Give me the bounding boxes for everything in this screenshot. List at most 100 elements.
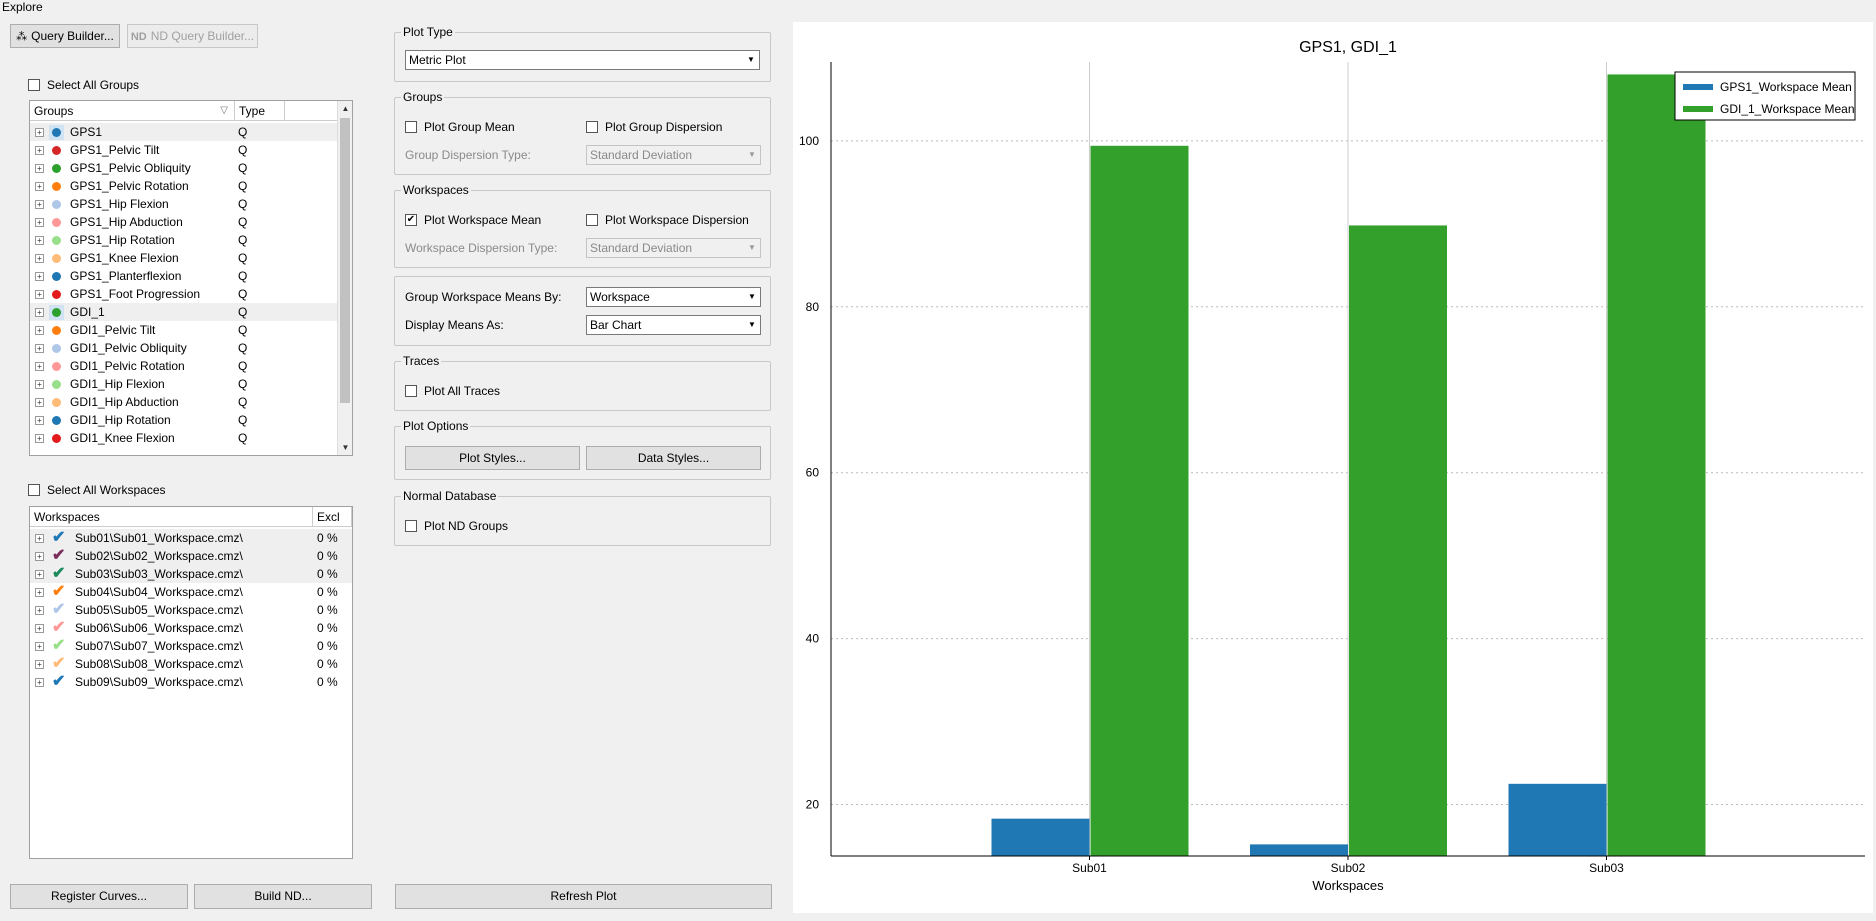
expand-icon[interactable]: + — [35, 145, 44, 155]
list-item[interactable]: + GDI1_Pelvic Tilt Q — [30, 321, 338, 339]
list-item[interactable]: + GDI1_Pelvic Rotation Q — [30, 357, 338, 375]
list-item[interactable]: + GDI1_Pelvic Obliquity Q — [30, 339, 338, 357]
checkmark-icon[interactable]: ✔ — [52, 566, 68, 582]
list-item[interactable]: + GDI1_Hip Rotation Q — [30, 411, 338, 429]
workspaces-column-header[interactable]: Workspaces — [30, 507, 313, 527]
checkmark-icon[interactable]: ✔ — [52, 674, 68, 690]
group-dispersion-type-select[interactable]: Standard Deviation ▼ — [586, 145, 761, 165]
list-item[interactable]: + ✔ Sub02\Sub02_Workspace.cmz\ 0 % — [30, 547, 352, 565]
expand-icon[interactable]: + — [35, 641, 44, 651]
list-item[interactable]: + ✔ Sub08\Sub08_Workspace.cmz\ 0 % — [30, 655, 352, 673]
plot-nd-groups[interactable]: Plot ND Groups — [405, 519, 508, 533]
list-item[interactable]: + GPS1_Hip Flexion Q — [30, 195, 338, 213]
plot-type-select[interactable]: Metric Plot ▼ — [405, 50, 760, 70]
checkmark-icon[interactable]: ✔ — [52, 638, 68, 654]
list-item[interactable]: + ✔ Sub04\Sub04_Workspace.cmz\ 0 % — [30, 583, 352, 601]
list-item[interactable]: + GPS1 Q — [30, 123, 338, 141]
plot-styles-button[interactable]: Plot Styles... — [405, 446, 580, 470]
list-item[interactable]: + GDI1_Hip Abduction Q — [30, 393, 338, 411]
expand-icon[interactable]: + — [35, 569, 44, 579]
list-item[interactable]: + GPS1_Pelvic Tilt Q — [30, 141, 338, 159]
plot-workspace-dispersion-checkbox[interactable] — [586, 214, 598, 226]
plot-group-mean[interactable]: Plot Group Mean — [405, 120, 515, 134]
plot-nd-groups-checkbox[interactable] — [405, 520, 417, 532]
expand-icon[interactable]: + — [35, 127, 44, 137]
scroll-down-icon[interactable]: ▼ — [338, 440, 352, 455]
expand-icon[interactable]: + — [35, 379, 44, 389]
register-curves-button[interactable]: Register Curves... — [10, 884, 188, 909]
list-item[interactable]: + GDI1_Knee Flexion Q — [30, 429, 338, 447]
expand-icon[interactable]: + — [35, 235, 44, 245]
group-means-by-select[interactable]: Workspace ▼ — [586, 287, 761, 307]
expand-icon[interactable]: + — [35, 659, 44, 669]
workspaces-list[interactable]: Workspaces Excl + ✔ Sub01\Sub01_Workspace.… — [29, 506, 353, 859]
list-item[interactable]: + GPS1_Hip Abduction Q — [30, 213, 338, 231]
expand-icon[interactable]: + — [35, 415, 44, 425]
expand-icon[interactable]: + — [35, 361, 44, 371]
expand-icon[interactable]: + — [35, 551, 44, 561]
plot-all-traces[interactable]: Plot All Traces — [405, 384, 500, 398]
list-item[interactable]: + ✔ Sub07\Sub07_Workspace.cmz\ 0 % — [30, 637, 352, 655]
expand-icon[interactable]: + — [35, 433, 44, 443]
expand-icon[interactable]: + — [35, 533, 44, 543]
select-all-workspaces-checkbox[interactable] — [28, 484, 40, 496]
plot-group-mean-checkbox[interactable] — [405, 121, 417, 133]
expand-icon[interactable]: + — [35, 623, 44, 633]
groups-column-header[interactable]: Groups ▽ — [30, 101, 235, 121]
list-item[interactable]: + GDI1_Hip Flexion Q — [30, 375, 338, 393]
excl-column-header[interactable]: Excl — [313, 507, 352, 527]
expand-icon[interactable]: + — [35, 325, 44, 335]
scroll-thumb[interactable] — [340, 118, 350, 403]
expand-icon[interactable]: + — [35, 253, 44, 263]
checkmark-icon[interactable]: ✔ — [52, 530, 68, 546]
list-item[interactable]: + GDI_1 Q — [30, 303, 338, 321]
query-builder-button[interactable]: ⁂ Query Builder... — [10, 24, 120, 48]
checkmark-icon[interactable]: ✔ — [52, 620, 68, 636]
chart-panel[interactable]: 20 40 60 80 100 Sub01 Sub02 Sub03 Workspaces GPS1… — [793, 22, 1873, 913]
plot-group-dispersion[interactable]: Plot Group Dispersion — [586, 120, 722, 134]
expand-icon[interactable]: + — [35, 605, 44, 615]
checkmark-icon[interactable]: ✔ — [52, 584, 68, 600]
workspace-dispersion-type-select[interactable]: Standard Deviation ▼ — [586, 238, 761, 258]
list-item[interactable]: + ✔ Sub06\Sub06_Workspace.cmz\ 0 % — [30, 619, 352, 637]
expand-icon[interactable]: + — [35, 199, 44, 209]
select-all-groups[interactable]: Select All Groups — [28, 78, 139, 92]
expand-icon[interactable]: + — [35, 343, 44, 353]
expand-icon[interactable]: + — [35, 163, 44, 173]
select-all-groups-checkbox[interactable] — [28, 79, 40, 91]
type-column-header[interactable]: Type — [235, 101, 285, 121]
checkmark-icon[interactable]: ✔ — [52, 548, 68, 564]
expand-icon[interactable]: + — [35, 677, 44, 687]
plot-group-dispersion-checkbox[interactable] — [586, 121, 598, 133]
checkmark-icon[interactable]: ✔ — [52, 602, 68, 618]
plot-all-traces-checkbox[interactable] — [405, 385, 417, 397]
list-item[interactable]: + GPS1_Hip Rotation Q — [30, 231, 338, 249]
bar-chart[interactable]: 20 40 60 80 100 Sub01 Sub02 Sub03 Workspaces GPS1… — [793, 22, 1873, 913]
list-item[interactable]: + ✔ Sub01\Sub01_Workspace.cmz\ 0 % — [30, 529, 352, 547]
scroll-up-icon[interactable]: ▲ — [338, 101, 352, 116]
plot-workspace-dispersion[interactable]: Plot Workspace Dispersion — [586, 213, 749, 227]
groups-scrollbar[interactable]: ▲ ▼ — [337, 101, 352, 455]
list-item[interactable]: + GPS1_Planterflexion Q — [30, 267, 338, 285]
expand-icon[interactable]: + — [35, 289, 44, 299]
list-item[interactable]: + ✔ Sub05\Sub05_Workspace.cmz\ 0 % — [30, 601, 352, 619]
expand-icon[interactable]: + — [35, 397, 44, 407]
expand-icon[interactable]: + — [35, 587, 44, 597]
expand-icon[interactable]: + — [35, 181, 44, 191]
list-item[interactable]: + GPS1_Foot Progression Q — [30, 285, 338, 303]
select-all-workspaces[interactable]: Select All Workspaces — [28, 483, 166, 497]
plot-workspace-mean[interactable]: ✔ Plot Workspace Mean — [405, 213, 541, 227]
list-item[interactable]: + ✔ Sub09\Sub09_Workspace.cmz\ 0 % — [30, 673, 352, 691]
nd-query-builder-button[interactable]: ND ND Query Builder... — [127, 24, 258, 48]
expand-icon[interactable]: + — [35, 217, 44, 227]
plot-workspace-mean-checkbox[interactable]: ✔ — [405, 214, 417, 226]
build-nd-button[interactable]: Build ND... — [194, 884, 372, 909]
expand-icon[interactable]: + — [35, 307, 44, 317]
expand-icon[interactable]: + — [35, 271, 44, 281]
data-styles-button[interactable]: Data Styles... — [586, 446, 761, 470]
list-item[interactable]: + GPS1_Pelvic Rotation Q — [30, 177, 338, 195]
list-item[interactable]: + GPS1_Pelvic Obliquity Q — [30, 159, 338, 177]
refresh-plot-button[interactable]: Refresh Plot — [395, 884, 772, 909]
list-item[interactable]: + ✔ Sub03\Sub03_Workspace.cmz\ 0 % — [30, 565, 352, 583]
groups-list[interactable]: Groups ▽ Type + GPS1 Q + GPS1_Pelvic Tilt Q + GP… — [29, 100, 353, 456]
